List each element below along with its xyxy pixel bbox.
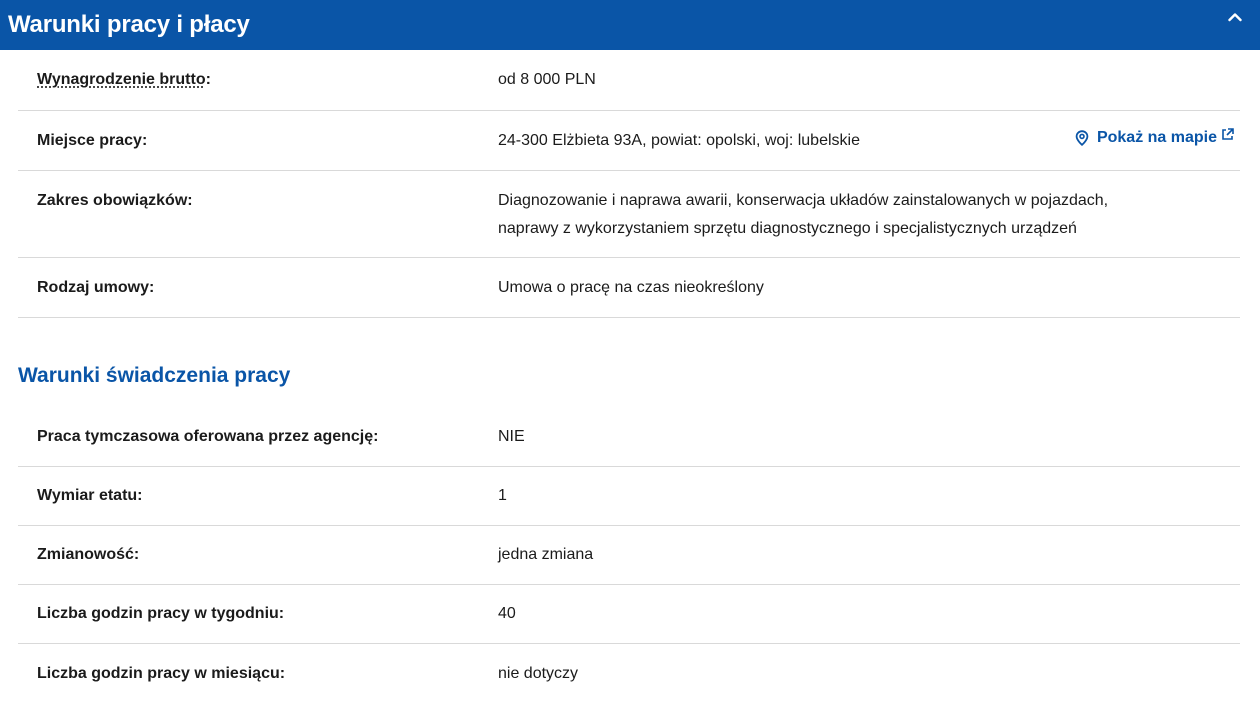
salary-row: Wynagrodzenie brutto: od 8 000 PLN bbox=[18, 50, 1240, 111]
duties-value-line-1: Diagnozowanie i naprawa awarii, konserwa… bbox=[498, 192, 1109, 209]
working-time-value: 1 bbox=[498, 487, 507, 504]
workplace-label: Miejsce pracy: bbox=[37, 131, 148, 149]
duties-row: Zakres obowiązków: Diagnozowanie i napra… bbox=[18, 171, 1240, 258]
section-header: Warunki pracy i płacy bbox=[0, 0, 1260, 50]
duties-value-line-2: naprawy z wykorzystaniem sprzętu diagnos… bbox=[498, 220, 1077, 237]
location-pin-icon bbox=[1075, 130, 1089, 146]
temporary-work-value: NIE bbox=[498, 428, 525, 445]
contract-type-row: Rodzaj umowy: Umowa o pracę na czas nieo… bbox=[18, 258, 1240, 318]
duties-label: Zakres obowiązków: bbox=[37, 192, 193, 209]
working-time-row: Wymiar etatu: 1 bbox=[18, 467, 1240, 526]
salary-value: od 8 000 PLN bbox=[498, 71, 596, 88]
work-conditions-heading: Warunki świadczenia pracy bbox=[18, 364, 291, 387]
workplace-value: 24-300 Elżbieta 93A, powiat: opolski, wo… bbox=[498, 131, 860, 149]
temporary-work-row: Praca tymczasowa oferowana przez agencję… bbox=[18, 408, 1240, 467]
working-time-label: Wymiar etatu: bbox=[37, 487, 143, 504]
salary-label-colon: : bbox=[205, 71, 211, 88]
weekly-hours-row: Liczba godzin pracy w tygodniu: 40 bbox=[18, 585, 1240, 644]
temporary-work-label: Praca tymczasowa oferowana przez agencję… bbox=[37, 428, 379, 445]
collapse-button[interactable] bbox=[1222, 4, 1248, 30]
shift-work-label: Zmianowość: bbox=[37, 546, 140, 563]
weekly-hours-value: 40 bbox=[498, 605, 516, 622]
salary-label-text[interactable]: Wynagrodzenie brutto bbox=[37, 71, 206, 88]
weekly-hours-label: Liczba godzin pracy w tygodniu: bbox=[37, 605, 285, 622]
monthly-hours-row: Liczba godzin pracy w miesiącu: nie doty… bbox=[18, 644, 1240, 703]
duties-value: Diagnozowanie i naprawa awarii, konserwa… bbox=[498, 187, 1108, 257]
monthly-hours-label: Liczba godzin pracy w miesiącu: bbox=[37, 664, 286, 682]
external-link-icon bbox=[1222, 127, 1234, 140]
show-on-map-link[interactable]: Pokaż na mapie bbox=[1075, 127, 1234, 147]
chevron-up-icon bbox=[1228, 13, 1242, 22]
show-on-map-label: Pokaż na mapie bbox=[1096, 129, 1217, 146]
section-title: Warunki pracy i płacy bbox=[8, 11, 250, 38]
shift-work-row: Zmianowość: jedna zmiana bbox=[18, 526, 1240, 585]
contract-type-value: Umowa o pracę na czas nieokreślony bbox=[498, 278, 764, 296]
workplace-row: Miejsce pracy: 24-300 Elżbieta 93A, powi… bbox=[18, 111, 1240, 171]
contract-type-label: Rodzaj umowy: bbox=[37, 278, 155, 296]
monthly-hours-value: nie dotyczy bbox=[498, 664, 579, 682]
pay-conditions-table: Wynagrodzenie brutto: od 8 000 PLN Miejs… bbox=[18, 50, 1240, 318]
salary-label: Wynagrodzenie brutto: bbox=[18, 71, 498, 89]
work-conditions-table: Praca tymczasowa oferowana przez agencję… bbox=[18, 408, 1240, 703]
shift-work-value: jedna zmiana bbox=[498, 546, 594, 563]
